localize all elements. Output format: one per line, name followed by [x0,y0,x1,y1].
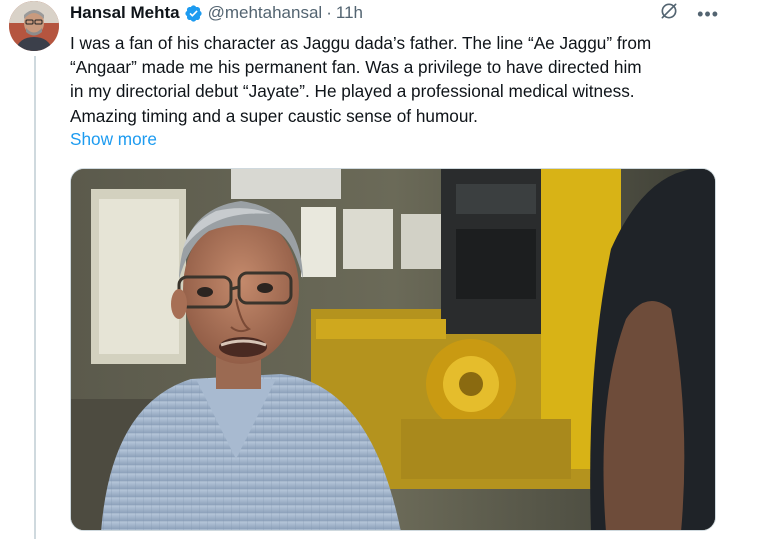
dot-separator: · [326,3,332,22]
author-name[interactable]: Hansal Mehta [70,3,180,23]
tweet-text-line: “Angaar” made me his permanent fan. Was … [70,57,642,78]
verified-badge-icon[interactable] [184,4,203,23]
author-avatar[interactable] [9,1,59,51]
show-more-link[interactable]: Show more [70,129,157,150]
tweet-text-line: I was a fan of his character as Jaggu da… [70,33,652,53]
grok-icon[interactable] [659,1,679,26]
more-options-icon[interactable]: ••• [697,5,719,23]
author-handle[interactable]: @mehtahansal [208,3,323,23]
tweet-text-line: in my directorial debut “Jayate”. He pla… [70,81,635,102]
thread-connector-line [34,56,36,539]
tweet-text: I was a fan of his character as Jaggu da… [70,31,750,128]
movie-still-image [71,169,715,530]
header-actions: ••• [659,1,719,26]
tweet-timestamp[interactable]: 11h [336,3,363,23]
tweet-text-line: Amazing timing and a super caustic sense… [70,105,478,126]
tweet-media-image[interactable] [70,168,716,531]
avatar-image [9,1,59,51]
tweet-header: Hansal Mehta @mehtahansal · 11h [70,2,747,24]
